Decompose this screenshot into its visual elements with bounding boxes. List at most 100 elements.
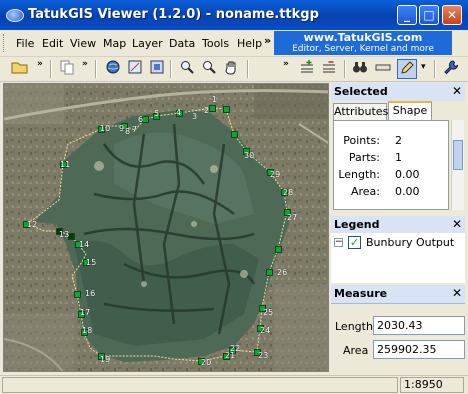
vertex-label: 18 — [82, 326, 93, 335]
vertex-label: 7 — [132, 125, 138, 134]
measure-panel: Length : 2030.43 Area : 259902.35 — [331, 305, 465, 372]
zoom-icon[interactable] — [199, 59, 219, 79]
menu-tools[interactable]: Tools — [202, 37, 229, 50]
measure-area-field[interactable]: 259902.35 — [373, 340, 465, 359]
menu-layer[interactable]: Layer — [132, 37, 163, 50]
vertex-label: 13 — [59, 230, 70, 239]
vertex-marker[interactable] — [266, 269, 273, 276]
menu-help[interactable]: Help — [237, 37, 262, 50]
legend-layer-name[interactable]: Bunbury Output — [366, 236, 454, 249]
vertex-label: 12 — [27, 220, 38, 229]
menu-view[interactable]: View — [70, 37, 96, 50]
title-bar[interactable]: TatukGIS Viewer (1.2.0) - noname.ttkgp _… — [0, 0, 468, 30]
tab-shape[interactable]: Shape — [388, 101, 432, 120]
vertex-marker[interactable] — [74, 291, 81, 298]
toolbar-overflow-chevron-3[interactable]: » — [283, 59, 289, 69]
map-canvas[interactable]: 1 2 3 4 5 6 7 8 9 10 11 12 13 14 15 16 1… — [3, 83, 329, 372]
vertex-label: 15 — [86, 258, 97, 267]
vertex-label: 2 — [204, 106, 210, 115]
minimize-button[interactable]: _ — [397, 5, 417, 25]
area-value: 0.00 — [395, 185, 420, 198]
collapse-icon[interactable]: − — [334, 238, 343, 247]
area-label: Area: — [350, 185, 380, 198]
remove-layer-icon[interactable] — [319, 59, 339, 79]
vertex-label: 3 — [192, 112, 198, 121]
extent-icon[interactable] — [125, 59, 145, 79]
copy-icon[interactable] — [57, 59, 77, 79]
edit-dropdown-arrow[interactable]: ▾ — [421, 62, 426, 72]
legend-panel-title: Legend — [334, 218, 380, 231]
close-icon: ✕ — [446, 8, 458, 22]
menu-data[interactable]: Data — [169, 37, 195, 50]
measure-panel-header: Measure ✕ — [331, 285, 465, 304]
vertex-label: 30 — [244, 151, 255, 160]
measure-length-field[interactable]: 2030.43 — [373, 316, 465, 335]
menu-grip[interactable] — [3, 34, 7, 52]
vertex-marker[interactable] — [209, 105, 216, 112]
toolbar-overflow-chevron-2[interactable]: » — [82, 59, 88, 69]
status-bar: 1:8950 — [0, 375, 468, 394]
pan-hand-icon[interactable] — [221, 59, 241, 79]
scrollbar-thumb[interactable] — [453, 140, 463, 170]
layer-icon[interactable] — [147, 59, 167, 79]
layer-visibility-checkbox[interactable]: ✓ — [348, 236, 361, 249]
close-icon[interactable]: ✕ — [452, 286, 462, 300]
toolbar-divider — [434, 60, 436, 78]
menu-map[interactable]: Map — [103, 37, 126, 50]
vertex-label: 1 — [212, 95, 218, 104]
maximize-button[interactable]: □ — [419, 5, 439, 25]
length-value: 0.00 — [395, 168, 420, 181]
menu-edit[interactable]: Edit — [42, 37, 63, 50]
close-icon[interactable]: ✕ — [452, 84, 462, 98]
measure-panel-title: Measure — [334, 287, 388, 300]
vertex-label: 5 — [154, 109, 160, 118]
aerial-map-image — [4, 84, 328, 371]
maximize-icon: □ — [423, 8, 435, 22]
app-icon[interactable] — [6, 9, 24, 22]
close-button[interactable]: ✕ — [442, 5, 462, 25]
toolbar-divider — [50, 60, 52, 78]
toolbar-divider — [344, 60, 346, 78]
vertex-label: 17 — [80, 308, 91, 317]
wrench-icon[interactable] — [441, 59, 461, 79]
tatukgis-banner[interactable]: www.TatukGIS.com Editor, Server, Kernel … — [274, 31, 452, 55]
tab-attributes[interactable]: Attributes — [333, 103, 388, 120]
parts-value: 1 — [395, 151, 402, 164]
vertex-label: 14 — [79, 240, 90, 249]
toolbar-divider — [247, 60, 249, 78]
vertex-label: 26 — [277, 268, 288, 277]
menu-file[interactable]: File — [16, 37, 34, 50]
binoculars-icon[interactable] — [350, 59, 370, 79]
points-label: Points: — [343, 134, 380, 147]
vertex-label: 8 — [125, 127, 131, 136]
app-window: TatukGIS Viewer (1.2.0) - noname.ttkgp _… — [0, 0, 468, 394]
vertex-label: 4 — [176, 108, 182, 117]
globe-icon[interactable] — [103, 59, 123, 79]
measure-area-label: Area : — [343, 344, 376, 357]
selected-panel: Attributes Shape Points: 2 Parts: 1 Leng… — [331, 101, 465, 214]
vertex-label: 29 — [270, 170, 281, 179]
toolbar-overflow-chevron[interactable]: » — [37, 59, 43, 69]
shape-stats-panel: Points: 2 Parts: 1 Length: 0.00 Area: 0.… — [333, 120, 449, 210]
vertex-label: 25 — [263, 308, 274, 317]
toolbar-divider — [170, 60, 172, 78]
vertex-marker[interactable] — [223, 106, 230, 113]
add-layer-icon[interactable] — [297, 59, 317, 79]
selected-panel-header: Selected ✕ — [331, 83, 465, 102]
menu-overflow-chevron[interactable]: » — [264, 34, 271, 47]
open-folder-icon[interactable] — [10, 59, 30, 79]
measure-icon[interactable] — [373, 59, 393, 79]
vertex-label: 16 — [85, 289, 96, 298]
vertex-label: 27 — [287, 213, 298, 222]
close-icon[interactable]: ✕ — [452, 217, 462, 231]
vertex-label: 19 — [100, 355, 111, 364]
selected-panel-scrollbar[interactable] — [451, 120, 464, 210]
zoom-window-icon[interactable] — [177, 59, 197, 79]
map-scale: 1:8950 — [400, 377, 464, 393]
vertex-marker[interactable] — [231, 131, 238, 138]
status-message-cell — [2, 377, 398, 393]
vertex-label: 11 — [60, 160, 71, 169]
vertex-marker[interactable] — [275, 246, 282, 253]
edit-pencil-icon[interactable] — [397, 59, 417, 79]
toolbar-divider — [95, 60, 97, 78]
